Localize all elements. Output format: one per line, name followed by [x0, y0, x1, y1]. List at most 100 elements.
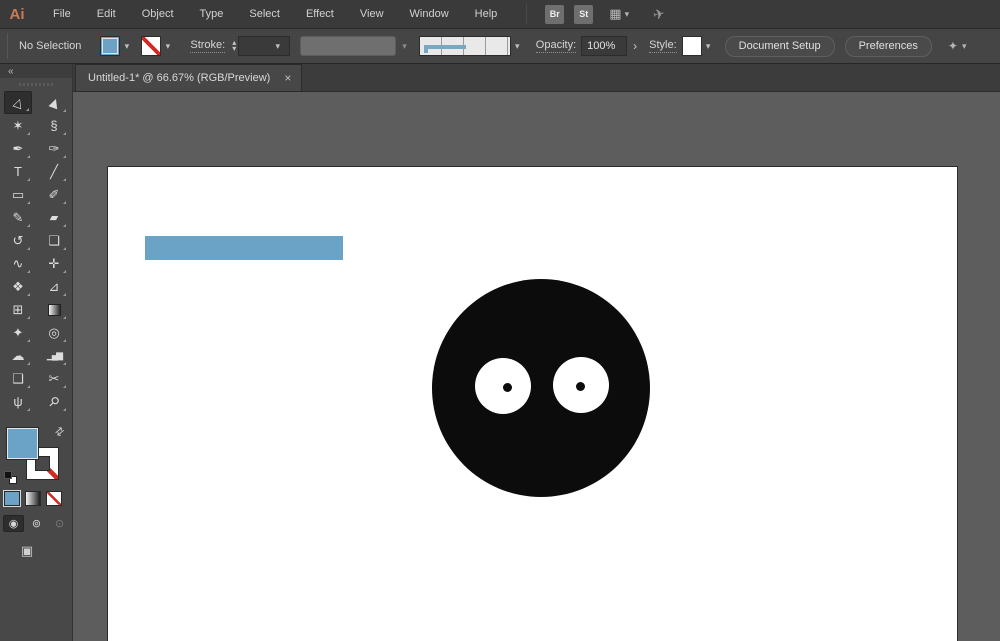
bridge-button[interactable]: Br [545, 5, 564, 24]
none-button[interactable] [46, 491, 62, 506]
panel-menu-chevron-icon[interactable]: ▾ [962, 41, 967, 52]
tool-perspective-grid[interactable]: ⊿ [40, 275, 68, 298]
document-area: Untitled-1* @ 66.67% (RGB/Preview) × [73, 64, 1000, 641]
tool-type[interactable]: T [4, 160, 32, 183]
screen-mode-button[interactable]: ▣ [14, 541, 40, 561]
tool-mesh[interactable]: ⊞ [4, 298, 32, 321]
tools-panel-header: « [0, 64, 72, 78]
preferences-button[interactable]: Preferences [845, 36, 932, 57]
menu-file[interactable]: File [40, 8, 84, 20]
tool-eraser[interactable]: ▰ [40, 206, 68, 229]
opacity-label[interactable]: Opacity: [536, 39, 576, 53]
gradient-button[interactable] [25, 491, 41, 506]
stroke-width-dropdown[interactable]: ▾ [238, 36, 290, 56]
tool-scale[interactable]: ❏ [40, 229, 68, 252]
tab-close-icon[interactable]: × [284, 71, 291, 85]
menu-help[interactable]: Help [462, 8, 511, 20]
brush-chevron-icon: ▾ [402, 41, 407, 52]
document-tab[interactable]: Untitled-1* @ 66.67% (RGB/Preview) × [75, 64, 302, 91]
tool-column-graph[interactable]: ▁▄▆ [40, 344, 68, 367]
tool-rectangle[interactable]: ▭ [4, 183, 32, 206]
opacity-expand-icon[interactable]: › [633, 39, 637, 53]
magic-wand-tool-icon: ✶ [13, 118, 24, 134]
stroke-label[interactable]: Stroke: [190, 39, 225, 53]
menu-select[interactable]: Select [236, 8, 293, 20]
fill-swatch[interactable] [6, 427, 39, 460]
tool-zoom[interactable]: ⚲ [40, 390, 68, 413]
tool-width[interactable]: ∿ [4, 252, 32, 275]
tool-shape-builder[interactable]: ❖ [4, 275, 32, 298]
workspace-switcher-icon[interactable]: ▦ [609, 6, 620, 22]
type-tool-icon: T [14, 164, 22, 179]
tool-eyedropper[interactable]: ✦ [4, 321, 32, 344]
width-profile-dropdown[interactable] [419, 36, 511, 56]
tool-gradient[interactable] [40, 298, 68, 321]
tool-hand[interactable]: ψ [4, 390, 32, 413]
rectangle-tool-icon: ▭ [12, 187, 24, 203]
shape-builder-tool-icon: ❖ [12, 279, 24, 295]
collapse-panel-icon[interactable]: « [8, 66, 14, 77]
fill-color-swatch[interactable] [100, 36, 120, 56]
panel-grip[interactable] [0, 78, 72, 91]
share-power-icon[interactable]: ✈ [651, 4, 666, 23]
curvature-tool-icon: ✑ [49, 141, 60, 157]
control-bar: No Selection ▾ ▾ Stroke: ▴ ▾ ▾ ▾ ▾ Opaci… [0, 29, 1000, 64]
line-segment-tool-icon: ╱ [50, 164, 58, 180]
brush-definition-dropdown[interactable] [300, 36, 396, 56]
document-tab-title: Untitled-1* @ 66.67% (RGB/Preview) [88, 72, 270, 84]
document-setup-button[interactable]: Document Setup [725, 36, 835, 57]
tool-selection[interactable]: ▷ [4, 91, 32, 114]
tool-curvature[interactable]: ✑ [40, 137, 68, 160]
menu-type[interactable]: Type [187, 8, 237, 20]
lasso-tool-icon: § [50, 118, 57, 133]
hand-tool-icon: ψ [13, 394, 22, 409]
tool-line-segment[interactable]: ╱ [40, 160, 68, 183]
tool-blend[interactable]: ◎ [40, 321, 68, 344]
fill-chevron-icon[interactable]: ▾ [120, 36, 133, 56]
menu-edit[interactable]: Edit [84, 8, 129, 20]
style-swatch[interactable] [682, 36, 702, 56]
free-transform-tool-icon: ✛ [49, 256, 60, 272]
tool-magic-wand[interactable]: ✶ [4, 114, 32, 137]
tool-symbol-sprayer[interactable]: ☁ [4, 344, 32, 367]
tool-slice[interactable]: ✂ [40, 367, 68, 390]
menu-view[interactable]: View [347, 8, 397, 20]
tool-artboard[interactable]: ❑ [4, 367, 32, 390]
tool-paintbrush[interactable]: ✐ [40, 183, 68, 206]
stroke-chevron-icon[interactable]: ▾ [161, 36, 174, 56]
tool-pencil[interactable]: ✎ [4, 206, 32, 229]
style-chevron-icon[interactable]: ▾ [702, 36, 715, 56]
tool-direct-selection[interactable]: ▶ [40, 91, 68, 114]
stroke-color-swatch[interactable] [141, 36, 161, 56]
swap-fill-stroke-icon[interactable]: ⇄ [52, 424, 67, 440]
panel-menu-icon[interactable]: ✦ [948, 39, 958, 53]
tool-rotate[interactable]: ↺ [4, 229, 32, 252]
tool-free-transform[interactable]: ✛ [40, 252, 68, 275]
opacity-input[interactable]: 100% [581, 36, 627, 56]
draw-behind-button[interactable]: ⊚ [26, 515, 47, 532]
stepper-down-icon[interactable]: ▾ [232, 46, 236, 52]
drawing-mode-buttons: ◉ ⊚ ⊙ [0, 509, 72, 533]
canvas[interactable] [73, 92, 1000, 641]
stroke-width-chevron-icon[interactable]: ▾ [271, 36, 284, 56]
workspace-chevron-icon[interactable]: ▾ [625, 9, 630, 20]
color-button[interactable] [4, 491, 20, 506]
blue-rectangle-object[interactable] [145, 236, 343, 260]
width-profile-chevron-icon[interactable]: ▾ [511, 36, 524, 56]
menu-window[interactable]: Window [397, 8, 462, 20]
menu-object[interactable]: Object [129, 8, 187, 20]
tools-panel: « ▷ ▶ ✶ § ✒ ✑ T ╱ ▭ ✐ ✎ ▰ ↺ ❏ ∿ ✛ ❖ [0, 64, 73, 641]
artboard[interactable] [107, 166, 958, 641]
symbol-sprayer-tool-icon: ☁ [12, 348, 25, 364]
draw-normal-button[interactable]: ◉ [3, 515, 24, 532]
black-circle-face-object[interactable] [432, 279, 650, 497]
menu-effect[interactable]: Effect [293, 8, 347, 20]
style-label[interactable]: Style: [649, 39, 677, 53]
tool-lasso[interactable]: § [40, 114, 68, 137]
stock-button[interactable]: St [574, 5, 593, 24]
tool-pen[interactable]: ✒ [4, 137, 32, 160]
stroke-width-stepper[interactable]: ▴ ▾ [232, 40, 236, 52]
illustrator-window: Ai File Edit Object Type Select Effect V… [0, 0, 1000, 641]
screen-mode-icon: ▣ [21, 543, 33, 559]
default-fill-stroke-icon[interactable] [4, 471, 17, 484]
